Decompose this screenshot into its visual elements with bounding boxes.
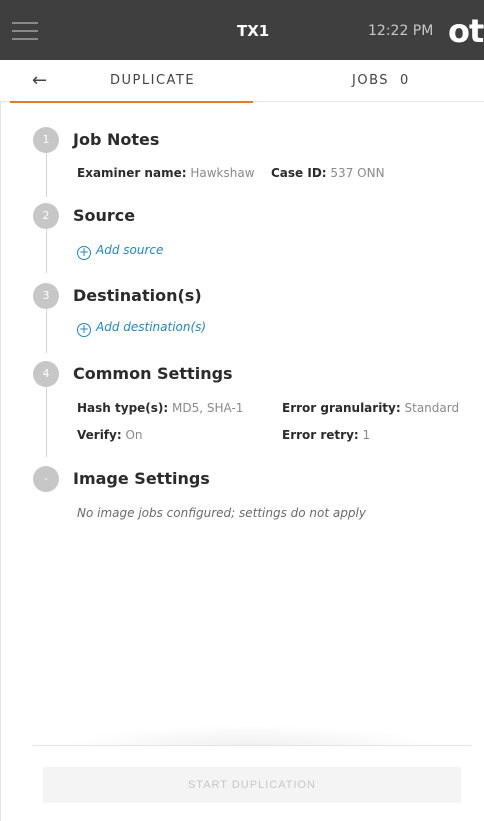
tab-jobs-label: JOBS xyxy=(352,73,390,88)
verify-label: Verify: xyxy=(77,428,122,442)
examiner-name-row: Examiner name: Hawkshaw xyxy=(77,166,255,180)
clock: 12:22 PM xyxy=(368,23,434,39)
step-number-badge: 2 xyxy=(33,203,59,229)
hamburger-menu-icon[interactable] xyxy=(12,22,38,40)
error-granularity-label: Error granularity: xyxy=(282,401,401,415)
step-title: Image Settings xyxy=(73,469,210,488)
step-connector xyxy=(46,229,47,273)
step-connector xyxy=(46,309,47,353)
error-retry-label: Error retry: xyxy=(282,428,359,442)
case-id-value: 537 ONN xyxy=(330,166,385,180)
add-destination-label: Add destination(s) xyxy=(96,320,207,334)
error-granularity-value: Standard xyxy=(404,401,460,415)
active-tab-indicator xyxy=(10,101,253,103)
add-circle-icon: + xyxy=(77,322,91,337)
brand-logo: ot xyxy=(448,12,484,50)
examiner-name-value: Hawkshaw xyxy=(190,166,255,180)
step-number-badge: 4 xyxy=(33,361,59,387)
verify-value: On xyxy=(125,428,143,442)
hash-type-label: Hash type(s): xyxy=(77,401,169,415)
add-source-label: Add source xyxy=(96,243,164,257)
step-title: Source xyxy=(73,206,136,225)
step-number-badge: 3 xyxy=(33,283,59,309)
hash-type-row: Hash type(s): MD5, SHA-1 xyxy=(77,401,243,415)
back-arrow-icon[interactable]: ← xyxy=(32,70,47,91)
hash-type-value: MD5, SHA-1 xyxy=(172,401,244,415)
tab-jobs[interactable]: JOBS 0 xyxy=(352,60,462,102)
footer-shadow xyxy=(60,725,440,745)
add-source-link[interactable]: + Add source xyxy=(77,243,163,260)
tab-bar: DUPLICATE ← JOBS 0 xyxy=(0,60,484,103)
error-retry-value: 1 xyxy=(362,428,371,442)
step-title: Job Notes xyxy=(73,130,160,149)
top-bar: TX1 12:22 PM ot xyxy=(0,0,484,60)
add-circle-icon: + xyxy=(77,245,91,260)
error-granularity-row: Error granularity: Standard xyxy=(282,401,459,415)
page-edge xyxy=(0,102,1,821)
device-name: TX1 xyxy=(237,22,270,40)
step-connector xyxy=(46,387,47,457)
jobs-count-badge: 0 xyxy=(400,73,409,88)
step-title: Destination(s) xyxy=(73,286,202,305)
verify-row: Verify: On xyxy=(77,428,143,442)
error-retry-row: Error retry: 1 xyxy=(282,428,370,442)
case-id-row: Case ID: 537 ONN xyxy=(271,166,385,180)
step-number-badge: 1 xyxy=(33,127,59,153)
tab-duplicate-label: DUPLICATE xyxy=(110,73,196,88)
step-title: Common Settings xyxy=(73,364,233,383)
case-id-label: Case ID: xyxy=(271,166,327,180)
start-duplication-button[interactable]: START DUPLICATION xyxy=(43,767,461,803)
image-settings-note: No image jobs configured; settings do no… xyxy=(77,506,366,520)
add-destination-link[interactable]: + Add destination(s) xyxy=(77,320,206,337)
step-connector xyxy=(46,153,47,197)
examiner-name-label: Examiner name: xyxy=(77,166,187,180)
step-number-badge: - xyxy=(33,466,59,492)
footer-divider xyxy=(33,745,471,746)
